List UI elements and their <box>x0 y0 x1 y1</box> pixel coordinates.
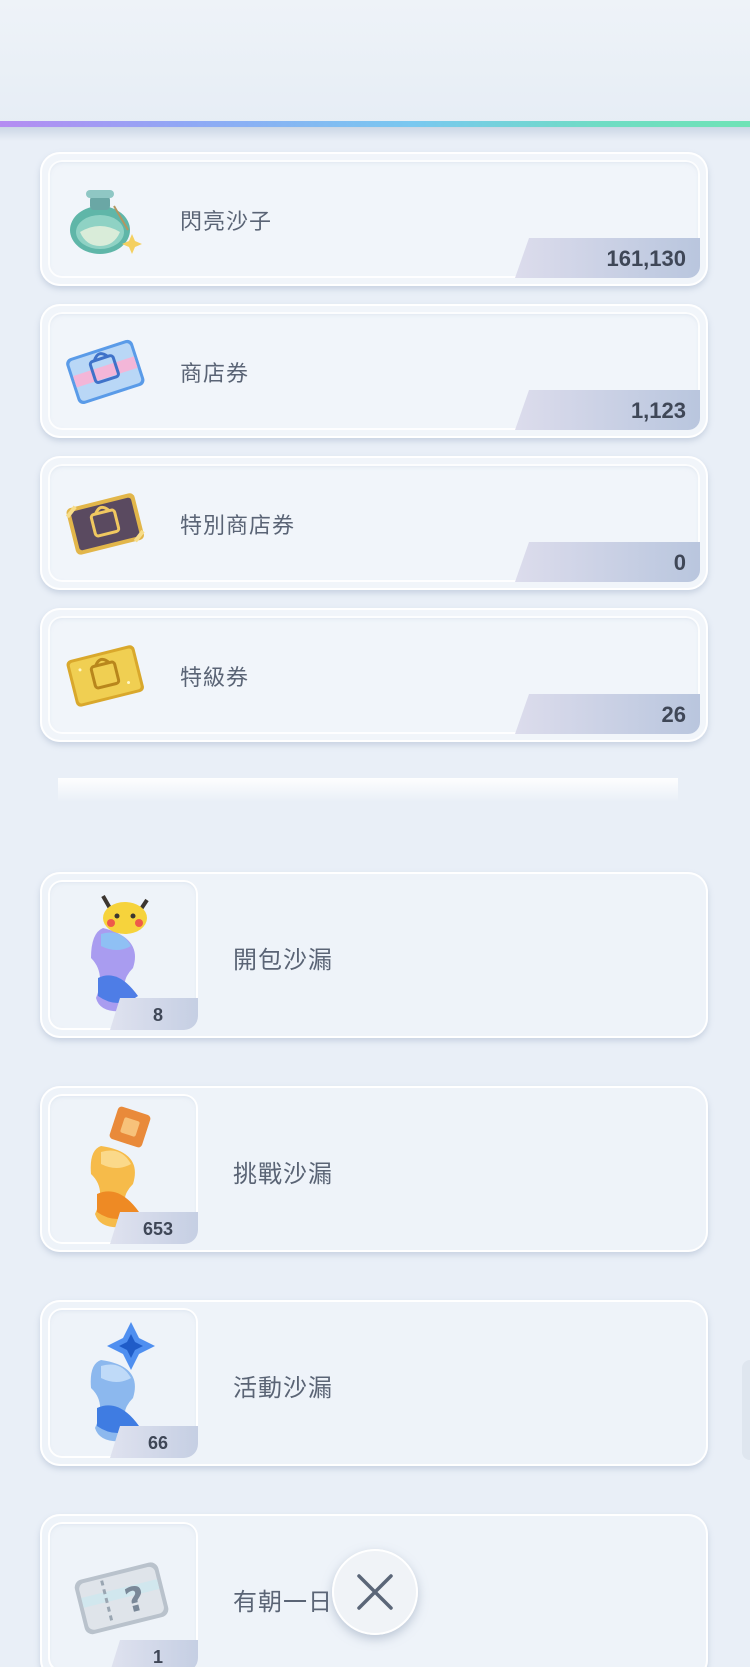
special-shop-ticket-icon <box>65 493 145 555</box>
hourglass-label: 有朝一日 <box>233 1589 333 1616</box>
currency-label: 特級券 <box>180 665 250 690</box>
currency-card-special-shop-ticket[interactable]: 特別商店券 0 <box>40 456 708 590</box>
icon-box: ? 1 <box>48 1522 198 1667</box>
hourglass-count: 66 <box>147 1433 169 1453</box>
header-area <box>0 0 750 128</box>
icon-box: 66 <box>48 1308 198 1458</box>
close-icon <box>357 1574 393 1610</box>
hourglass-card-pack[interactable]: 8 開包沙漏 <box>40 872 708 1038</box>
currency-card-premium-ticket[interactable]: 特級券 26 <box>40 608 708 742</box>
hourglass-count: 8 <box>152 1005 163 1025</box>
icon-box: 653 <box>48 1094 198 1244</box>
currency-card-shiny-sand[interactable]: 閃亮沙子 161,130 <box>40 152 708 286</box>
currency-label: 商店券 <box>180 361 250 386</box>
shiny-sand-bottle-icon <box>70 190 142 254</box>
premium-ticket-icon <box>66 645 144 707</box>
scroll-edge <box>742 1360 750 1460</box>
hourglass-count: 1 <box>152 1647 163 1667</box>
currency-amount: 161,130 <box>606 246 686 271</box>
hourglass-card-challenge[interactable]: 653 挑戰沙漏 <box>40 1086 708 1252</box>
shop-ticket-icon <box>66 339 145 405</box>
hourglass-label: 活動沙漏 <box>233 1375 333 1402</box>
amount-tab <box>515 542 700 582</box>
hourglass-label: 挑戰沙漏 <box>233 1161 333 1188</box>
currency-card-shop-ticket[interactable]: 商店券 1,123 <box>40 304 708 438</box>
currency-amount: 26 <box>661 702 686 727</box>
currency-label: 閃亮沙子 <box>180 209 273 234</box>
section-divider <box>58 778 678 802</box>
hourglass-card-event[interactable]: 66 活動沙漏 <box>40 1300 708 1466</box>
icon-box: 8 <box>48 880 198 1030</box>
close-button[interactable] <box>332 1549 418 1635</box>
currency-label: 特別商店券 <box>180 513 296 538</box>
currency-amount: 1,123 <box>630 398 686 423</box>
header-shadow <box>0 127 750 141</box>
hourglass-label: 開包沙漏 <box>233 947 333 974</box>
currency-amount: 0 <box>673 550 686 575</box>
hourglass-count: 653 <box>142 1219 174 1239</box>
